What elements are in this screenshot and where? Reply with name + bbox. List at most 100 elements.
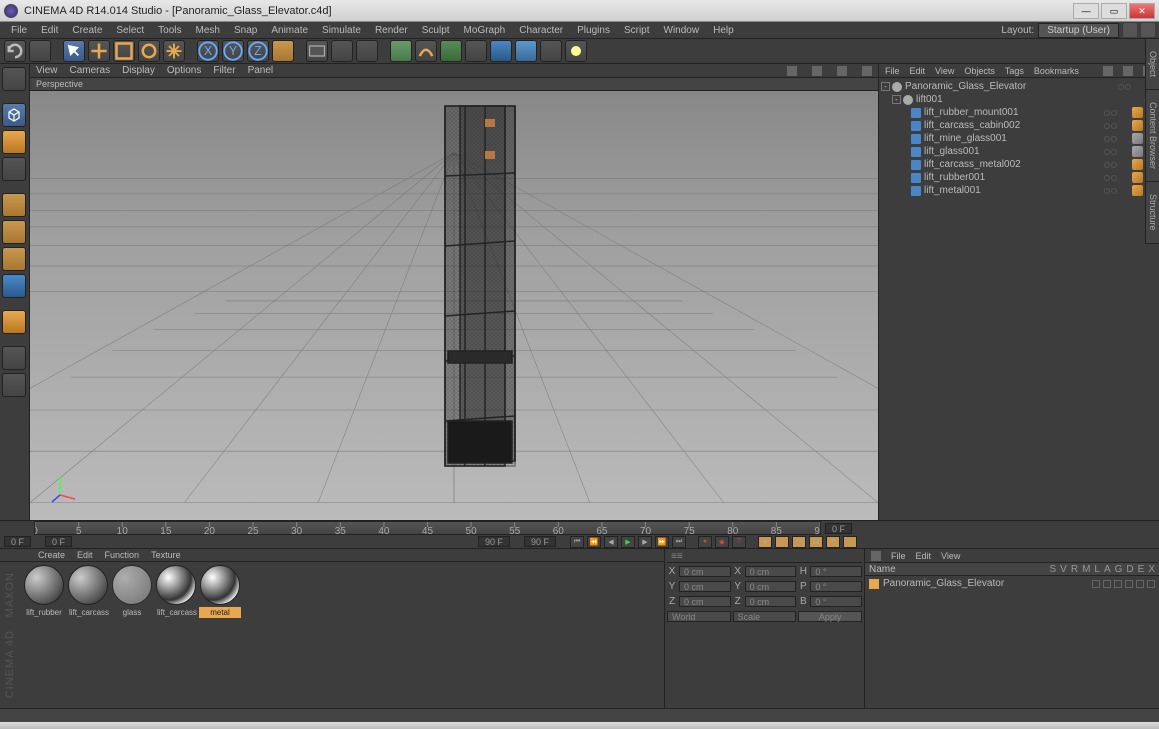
add-light-button[interactable] [565, 40, 587, 62]
lock-icon[interactable] [871, 551, 881, 561]
frame-start-field[interactable]: 0 F [4, 536, 31, 547]
layout-dropdown[interactable]: Startup (User) [1038, 23, 1119, 38]
attr-menu-edit[interactable]: Edit [916, 551, 932, 561]
maximize-button[interactable]: ▭ [1101, 3, 1127, 19]
expand-toggle[interactable]: - [881, 82, 890, 91]
pos-y-field[interactable]: 0 cm [679, 581, 731, 592]
attr-col-g[interactable]: G [1115, 564, 1123, 575]
rotate-tool[interactable] [138, 40, 160, 62]
key-pla-button[interactable]: ≡ [826, 536, 840, 548]
material-tag-icon[interactable] [1132, 172, 1143, 183]
close-button[interactable]: ✕ [1129, 3, 1155, 19]
menu-file[interactable]: File [4, 23, 34, 38]
side-tab-object[interactable]: Object [1146, 39, 1159, 90]
apply-button[interactable]: Apply [798, 611, 862, 622]
materials-menu-texture[interactable]: Texture [151, 550, 181, 560]
viewport-icon-3[interactable] [837, 66, 847, 76]
objects-menu-bookmarks[interactable]: Bookmarks [1034, 66, 1079, 76]
menu-tools[interactable]: Tools [151, 23, 188, 38]
material-tag-icon[interactable] [1132, 133, 1143, 144]
layout-prev-icon[interactable] [1123, 23, 1137, 37]
y-axis-lock[interactable]: Y [222, 40, 244, 62]
material-tag-icon[interactable] [1132, 185, 1143, 196]
point-mode-button[interactable] [2, 193, 26, 217]
select-tool[interactable] [63, 40, 85, 62]
hierarchy-item[interactable]: lift_mine_glass001 [881, 132, 1157, 145]
material-item[interactable]: lift_carcass [67, 565, 109, 705]
viewport-3d[interactable] [30, 91, 878, 520]
material-item[interactable]: lift_rubber [23, 565, 65, 705]
pos-z-field[interactable]: 0 cm [679, 596, 731, 607]
menu-simulate[interactable]: Simulate [315, 23, 368, 38]
last-tool[interactable] [163, 40, 185, 62]
eye-icon[interactable] [1123, 66, 1133, 76]
size-y-field[interactable]: 0 cm [745, 581, 797, 592]
search-icon[interactable] [1103, 66, 1113, 76]
attr-object-row[interactable]: Panoramic_Glass_Elevator [865, 576, 1159, 591]
add-cube-button[interactable] [390, 40, 412, 62]
materials-menu-create[interactable]: Create [38, 550, 65, 560]
pos-x-field[interactable]: 0 cm [679, 566, 731, 577]
snap-button[interactable] [2, 346, 26, 370]
model-mode-button[interactable] [2, 103, 26, 127]
view-menu-filter[interactable]: Filter [213, 65, 235, 76]
attr-col-v[interactable]: V [1060, 564, 1067, 575]
view-menu-panel[interactable]: Panel [248, 65, 274, 76]
rot-h-field[interactable]: 0 ° [810, 566, 862, 577]
keyframe-sel-button[interactable]: ? [732, 536, 746, 548]
hierarchy-item[interactable]: lift_glass001 [881, 145, 1157, 158]
next-frame-button[interactable]: ▶ [638, 536, 652, 548]
menu-window[interactable]: Window [657, 23, 707, 38]
menu-render[interactable]: Render [368, 23, 415, 38]
material-item[interactable]: lift_carcass [155, 565, 197, 705]
menu-character[interactable]: Character [512, 23, 570, 38]
workplane-mode-button[interactable] [2, 157, 26, 181]
key-param-button[interactable]: ⊡ [809, 536, 823, 548]
attr-col-x[interactable]: X [1148, 564, 1155, 575]
current-end-field[interactable]: 0 F [825, 523, 852, 534]
hierarchy-item[interactable]: lift_rubber_mount001 [881, 106, 1157, 119]
render-settings-button[interactable] [356, 40, 378, 62]
material-tag-icon[interactable] [1132, 159, 1143, 170]
hierarchy-item[interactable]: lift_carcass_cabin002 [881, 119, 1157, 132]
texture-mode-button[interactable] [2, 130, 26, 154]
hierarchy-item[interactable]: lift_metal001 [881, 184, 1157, 197]
move-tool[interactable] [88, 40, 110, 62]
undo-button[interactable] [4, 40, 26, 62]
hierarchy-item[interactable]: lift_rubber001 [881, 171, 1157, 184]
add-environment-button[interactable] [515, 40, 537, 62]
locked-workplane-button[interactable] [2, 373, 26, 397]
add-nurbs-button[interactable] [440, 40, 462, 62]
material-tag-icon[interactable] [1132, 146, 1143, 157]
prev-frame-button[interactable]: ◀ [604, 536, 618, 548]
expand-toggle[interactable]: - [892, 95, 901, 104]
material-tag-icon[interactable] [1132, 120, 1143, 131]
hierarchy-item[interactable]: lift_carcass_metal002 [881, 158, 1157, 171]
scale-tool[interactable] [113, 40, 135, 62]
next-key-button[interactable]: ⏩ [655, 536, 669, 548]
menu-create[interactable]: Create [65, 23, 109, 38]
attr-col-s[interactable]: S [1049, 564, 1056, 575]
tweak-mode-button[interactable] [2, 310, 26, 334]
menu-edit[interactable]: Edit [34, 23, 65, 38]
hierarchy-root[interactable]: - Panoramic_Glass_Elevator [881, 80, 1157, 93]
viewport-icon-4[interactable] [862, 66, 872, 76]
view-menu-options[interactable]: Options [167, 65, 201, 76]
coord-system-button[interactable] [272, 40, 294, 62]
rot-p-field[interactable]: 0 ° [810, 581, 862, 592]
goto-end-button[interactable]: ⏭ [672, 536, 686, 548]
viewport-icon-2[interactable] [812, 66, 822, 76]
menu-script[interactable]: Script [617, 23, 657, 38]
render-picture-button[interactable] [331, 40, 353, 62]
minimize-button[interactable]: — [1073, 3, 1099, 19]
redo-button[interactable] [29, 40, 51, 62]
objects-menu-view[interactable]: View [935, 66, 954, 76]
autokey-button[interactable]: ◆ [715, 536, 729, 548]
world-dropdown[interactable]: World [667, 611, 731, 622]
menu-help[interactable]: Help [706, 23, 741, 38]
object-hierarchy[interactable]: - Panoramic_Glass_Elevator - lift001 lif… [879, 78, 1159, 520]
frame-end2-field[interactable]: 90 F [524, 536, 556, 547]
record-button[interactable]: ● [698, 536, 712, 548]
attr-col-l[interactable]: L [1094, 564, 1100, 575]
polygon-mode-button[interactable] [2, 247, 26, 271]
